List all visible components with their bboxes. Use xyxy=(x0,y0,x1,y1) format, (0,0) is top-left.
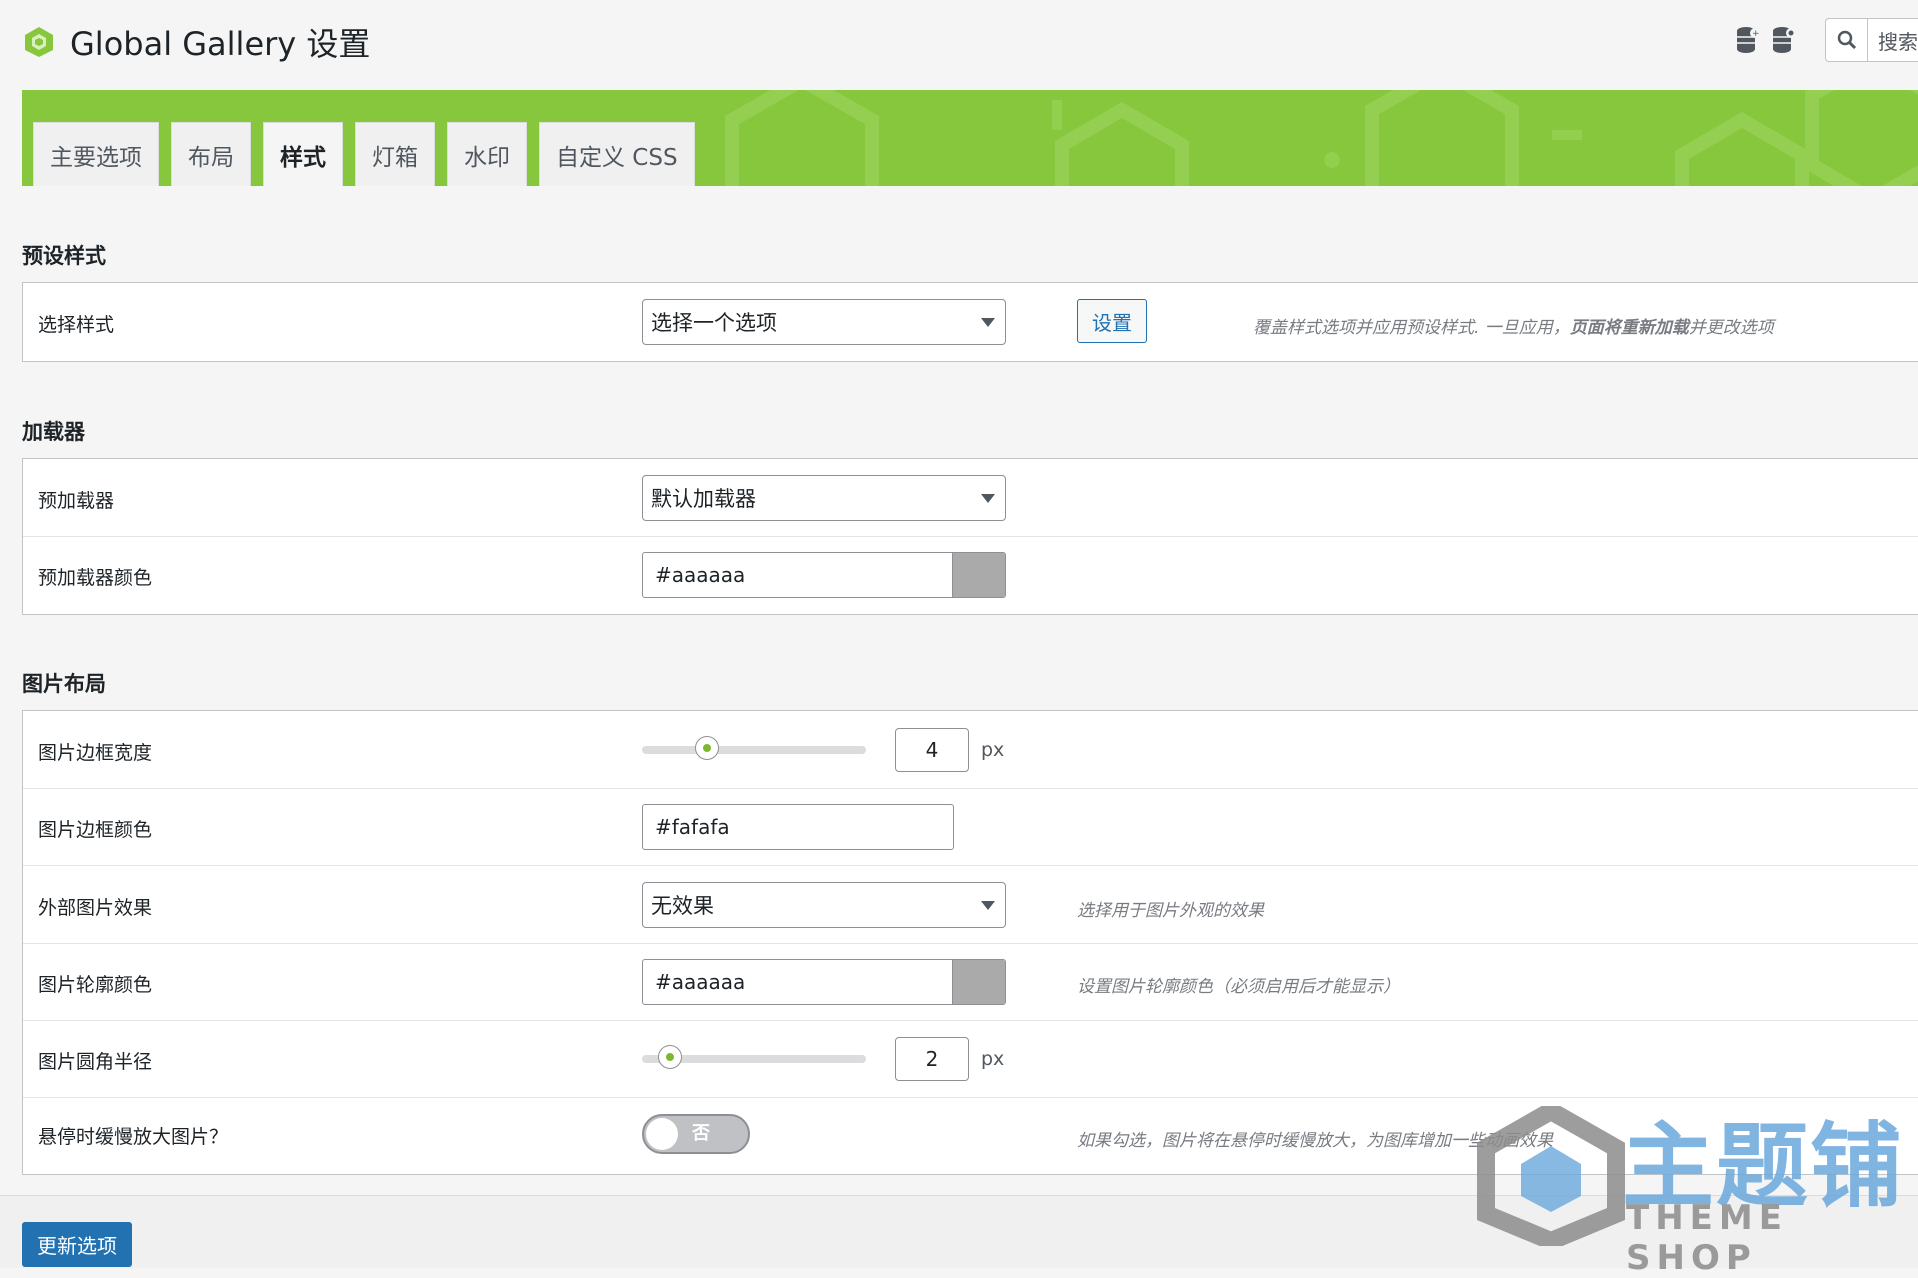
preset-desc-prefix: 覆盖样式选项并应用预设样式. 一旦应用， xyxy=(1253,318,1570,338)
hover-zoom-row: 悬停时缓慢放大图片？ 否 如果勾选，图片将在悬停时缓慢放大，为图库增加一些动画效… xyxy=(23,1098,1918,1174)
page-title: Global Gallery 设置 xyxy=(70,25,371,63)
border-width-row: 图片边框宽度 4 px xyxy=(23,711,1918,789)
corner-radius-label: 图片圆角半径 xyxy=(38,1051,153,1073)
hover-zoom-toggle-text: 否 xyxy=(692,1123,710,1144)
image-layout-section-title: 图片布局 xyxy=(22,672,106,696)
preloader-color-label: 预加载器颜色 xyxy=(38,567,153,589)
database-settings-icon[interactable] xyxy=(1771,25,1797,55)
tab-style[interactable]: 样式 xyxy=(263,122,343,186)
corner-radius-input[interactable]: 2 xyxy=(895,1037,969,1081)
apply-preset-button[interactable]: 设置 xyxy=(1077,299,1147,343)
chevron-down-icon xyxy=(981,318,995,327)
corner-radius-row: 图片圆角半径 2 px xyxy=(23,1021,1918,1098)
outline-color-description: 设置图片轮廓颜色（必须启用后才能显示） xyxy=(1077,977,1400,997)
outline-color-swatch[interactable] xyxy=(952,960,1005,1004)
outline-color-field[interactable]: #aaaaaa xyxy=(642,959,1006,1005)
preloader-value: 默认加载器 xyxy=(651,487,756,511)
preset-style-value: 选择一个选项 xyxy=(651,311,777,335)
image-effect-select[interactable]: 无效果 xyxy=(642,882,1006,928)
preloader-color-field[interactable]: #aaaaaa xyxy=(642,552,1006,598)
loader-card: 预加载器 默认加载器 预加载器颜色 #aaaaaa xyxy=(22,458,1918,615)
image-layout-card: 图片边框宽度 4 px 图片边框颜色 #fafafa 外部图片效果 无效果 选择… xyxy=(22,710,1918,1175)
image-effect-label: 外部图片效果 xyxy=(38,897,153,919)
preset-description: 覆盖样式选项并应用预设样式. 一旦应用，页面将重新加载并更改选项 xyxy=(1253,313,1774,338)
border-width-label: 图片边框宽度 xyxy=(38,742,153,764)
tab-layout[interactable]: 布局 xyxy=(171,122,251,186)
border-color-row: 图片边框颜色 #fafafa xyxy=(23,789,1918,866)
svg-text:+: + xyxy=(1752,29,1760,39)
top-right-toolbar: + 搜索 xyxy=(1735,18,1918,62)
loader-section-title: 加载器 xyxy=(22,420,85,444)
preset-section-title: 预设样式 xyxy=(22,244,106,268)
corner-radius-unit: px xyxy=(981,1048,1005,1070)
chevron-down-icon xyxy=(981,901,995,910)
toggle-knob xyxy=(646,1118,678,1150)
search-label: 搜索 xyxy=(1878,29,1918,54)
preset-desc-strong: 页面将重新加载 xyxy=(1569,318,1689,338)
slider-handle[interactable] xyxy=(695,736,719,760)
image-effect-value: 无效果 xyxy=(651,894,714,918)
corner-radius-slider[interactable] xyxy=(642,1045,866,1069)
preloader-label: 预加载器 xyxy=(38,490,115,512)
hover-zoom-label: 悬停时缓慢放大图片？ xyxy=(38,1126,229,1148)
global-gallery-logo-icon xyxy=(25,27,53,57)
preset-style-row: 选择样式 选择一个选项 设置 覆盖样式选项并应用预设样式. 一旦应用，页面将重新… xyxy=(23,283,1918,361)
preloader-color-row: 预加载器颜色 #aaaaaa xyxy=(23,537,1918,614)
tab-main-options[interactable]: 主要选项 xyxy=(33,122,159,186)
image-effect-row: 外部图片效果 无效果 选择用于图片外观的效果 xyxy=(23,866,1918,944)
hover-zoom-toggle[interactable]: 否 xyxy=(642,1114,750,1154)
border-width-unit: px xyxy=(981,739,1005,761)
update-options-button[interactable]: 更新选项 xyxy=(22,1222,132,1267)
tab-lightbox[interactable]: 灯箱 xyxy=(355,122,435,186)
search-icon xyxy=(1826,19,1868,61)
outline-color-value: #aaaaaa xyxy=(655,970,746,994)
settings-banner: 主要选项 布局 样式 灯箱 水印 自定义 CSS xyxy=(22,90,1918,186)
footer-bar xyxy=(0,1195,1918,1268)
tab-custom-css[interactable]: 自定义 CSS xyxy=(539,122,695,186)
outline-color-label: 图片轮廓颜色 xyxy=(38,974,153,996)
preset-style-select[interactable]: 选择一个选项 xyxy=(642,299,1006,345)
database-add-icon[interactable]: + xyxy=(1735,25,1761,55)
preloader-color-swatch[interactable] xyxy=(952,553,1005,597)
search-button[interactable]: 搜索 xyxy=(1825,18,1918,62)
preset-desc-suffix: 并更改选项 xyxy=(1688,318,1774,338)
chevron-down-icon xyxy=(981,494,995,503)
border-width-input[interactable]: 4 xyxy=(895,728,969,772)
preloader-color-value: #aaaaaa xyxy=(655,563,746,587)
preloader-row: 预加载器 默认加载器 xyxy=(23,459,1918,537)
border-color-field[interactable]: #fafafa xyxy=(642,804,954,850)
outline-color-row: 图片轮廓颜色 #aaaaaa 设置图片轮廓颜色（必须启用后才能显示） xyxy=(23,944,1918,1021)
image-effect-description: 选择用于图片外观的效果 xyxy=(1077,901,1264,921)
border-width-slider[interactable] xyxy=(642,736,866,760)
tab-watermark[interactable]: 水印 xyxy=(447,122,527,186)
border-color-label: 图片边框颜色 xyxy=(38,819,153,841)
hover-zoom-description: 如果勾选，图片将在悬停时缓慢放大，为图库增加一些动画效果 xyxy=(1077,1131,1553,1151)
settings-tabs: 主要选项 布局 样式 灯箱 水印 自定义 CSS xyxy=(33,122,695,186)
slider-handle[interactable] xyxy=(658,1045,682,1069)
preset-card: 选择样式 选择一个选项 设置 覆盖样式选项并应用预设样式. 一旦应用，页面将重新… xyxy=(22,282,1918,362)
preloader-select[interactable]: 默认加载器 xyxy=(642,475,1006,521)
page-header: Global Gallery 设置 xyxy=(22,14,370,70)
border-color-value: #fafafa xyxy=(655,815,730,839)
preset-style-label: 选择样式 xyxy=(38,314,115,336)
